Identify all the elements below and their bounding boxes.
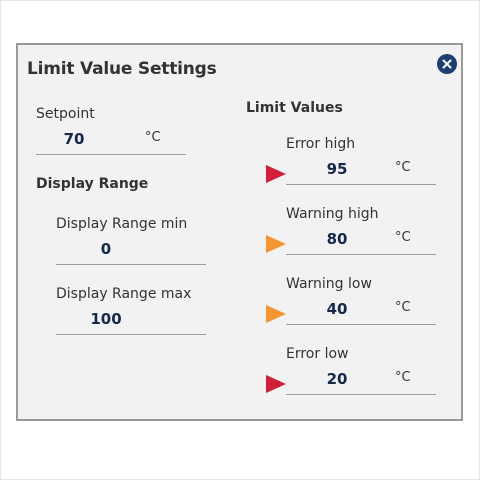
limit-value-settings-dialog: Limit Value Settings Setpoint 70 °C Disp… bbox=[16, 43, 463, 421]
display-range-min-field[interactable]: 0 bbox=[56, 238, 206, 265]
warning-high-label: Warning high bbox=[286, 206, 379, 222]
error-low-value: 20 bbox=[326, 370, 348, 388]
display-range-min-label: Display Range min bbox=[56, 216, 188, 232]
warning-low-unit: °C bbox=[395, 300, 411, 315]
display-range-max-field[interactable]: 100 bbox=[56, 308, 206, 335]
error-high-label: Error high bbox=[286, 136, 356, 152]
setpoint-label: Setpoint bbox=[36, 106, 95, 122]
display-range-heading: Display Range bbox=[36, 176, 149, 192]
display-range-max-value: 100 bbox=[90, 310, 122, 328]
display-range-min-value: 0 bbox=[100, 240, 112, 258]
warning-low-value: 40 bbox=[326, 300, 348, 318]
warning-high-field[interactable]: 80 °C bbox=[286, 228, 436, 255]
error-marker-icon bbox=[266, 375, 286, 393]
error-high-field[interactable]: 95 °C bbox=[286, 158, 436, 185]
error-low-unit: °C bbox=[395, 370, 411, 385]
error-high-value: 95 bbox=[326, 160, 348, 178]
warning-marker-icon bbox=[266, 305, 286, 323]
error-low-field[interactable]: 20 °C bbox=[286, 368, 436, 395]
error-marker-icon bbox=[266, 165, 286, 183]
setpoint-value: 70 bbox=[63, 130, 85, 148]
error-low-label: Error low bbox=[286, 346, 349, 362]
warning-high-unit: °C bbox=[395, 230, 411, 245]
display-range-max-label: Display Range max bbox=[56, 286, 192, 302]
error-high-unit: °C bbox=[395, 160, 411, 175]
setpoint-field[interactable]: 70 °C bbox=[36, 128, 186, 155]
warning-high-value: 80 bbox=[326, 230, 348, 248]
dialog-title: Limit Value Settings bbox=[27, 59, 217, 79]
warning-marker-icon bbox=[266, 235, 286, 253]
warning-low-field[interactable]: 40 °C bbox=[286, 298, 436, 325]
warning-low-label: Warning low bbox=[286, 276, 372, 292]
limit-values-heading: Limit Values bbox=[246, 100, 343, 116]
close-icon bbox=[442, 59, 452, 69]
close-button[interactable] bbox=[437, 54, 457, 74]
setpoint-unit: °C bbox=[145, 130, 161, 145]
